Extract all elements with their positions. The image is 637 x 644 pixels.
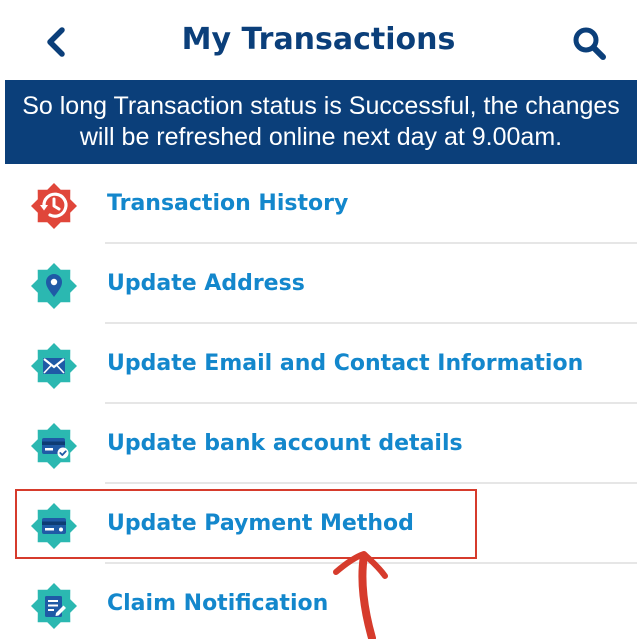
menu-item-claim-notification[interactable]: Claim Notification [0,564,637,644]
info-banner: So long Transaction status is Successful… [5,80,637,164]
menu-item-label: Update Address [107,271,305,296]
menu-item-label: Claim Notification [107,591,329,616]
menu-item-update-payment-method[interactable]: Update Payment Method [0,484,637,564]
envelope-icon [31,343,77,389]
search-button[interactable] [566,20,612,66]
menu-item-update-address[interactable]: Update Address [0,244,637,324]
credit-card-icon [31,503,77,549]
menu-item-label: Transaction History [107,191,349,216]
location-pin-icon [31,263,77,309]
history-clock-icon [31,183,77,229]
menu-item-label: Update Email and Contact Information [107,351,584,376]
search-icon [573,27,606,60]
banner-message: So long Transaction status is Successful… [22,92,620,151]
app-header: My Transactions [0,0,637,80]
page-title: My Transactions [181,22,456,57]
menu-item-update-email-contact[interactable]: Update Email and Contact Information [0,324,637,404]
menu-item-transaction-history[interactable]: Transaction History [0,164,637,244]
transactions-menu: Transaction History Update Address Updat… [0,164,637,644]
bank-card-check-icon [31,423,77,469]
document-edit-icon [31,583,77,629]
menu-item-update-bank-account[interactable]: Update bank account details [0,404,637,484]
menu-item-label: Update bank account details [107,431,463,456]
menu-item-label: Update Payment Method [107,511,414,536]
